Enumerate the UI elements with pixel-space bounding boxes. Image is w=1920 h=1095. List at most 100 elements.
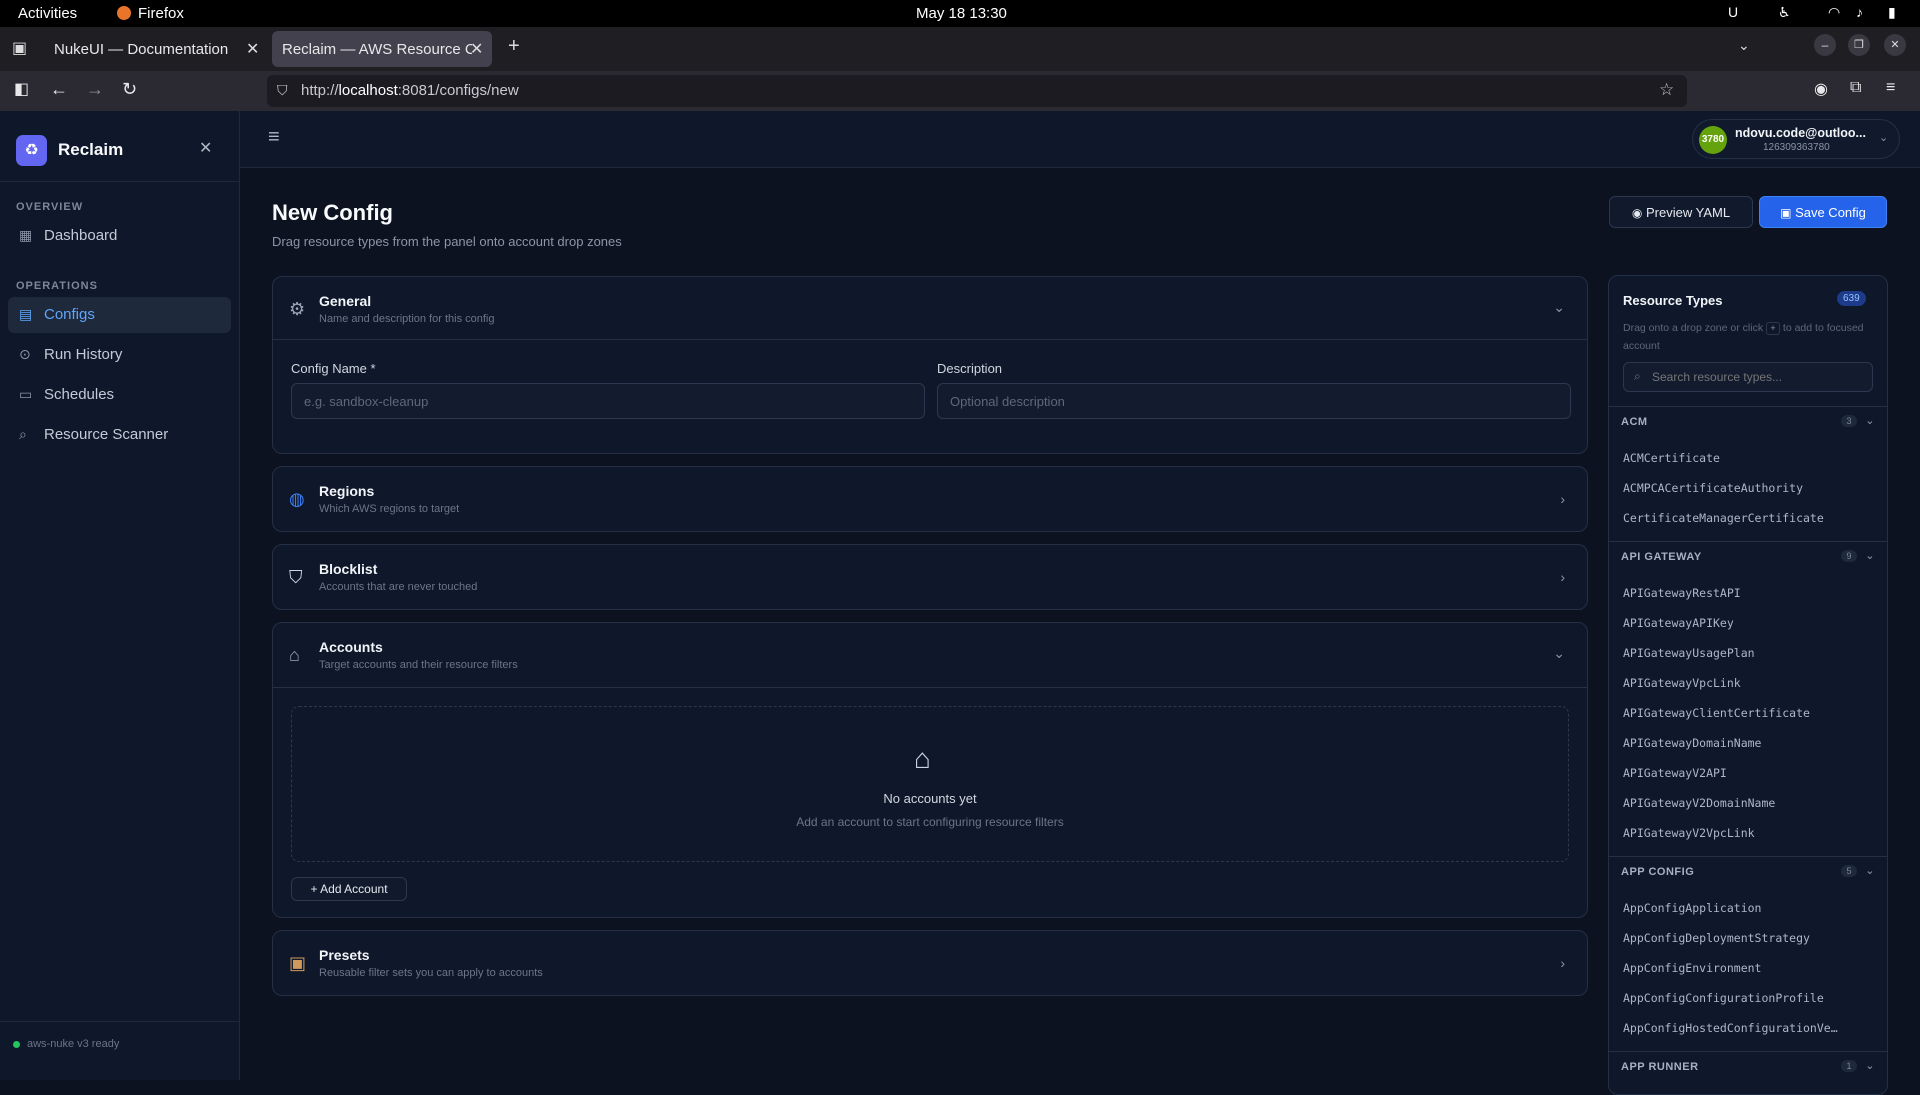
account-email: ndovu.code@outloo...: [1735, 126, 1866, 140]
sidebar-item-dashboard[interactable]: ▦ Dashboard: [8, 218, 231, 254]
group-name: APP CONFIG: [1621, 866, 1695, 878]
url-host: localhost: [338, 82, 398, 99]
general-section-header[interactable]: ⚙ General Name and description for this …: [273, 277, 1587, 340]
resource-search-box[interactable]: ⌕: [1623, 362, 1873, 392]
save-config-label: Save Config: [1795, 204, 1866, 220]
resource-item[interactable]: APIGatewayV2API: [1623, 766, 1873, 780]
menu-icon[interactable]: ≡: [1886, 79, 1895, 97]
resource-item[interactable]: APIGatewayRestAPI: [1623, 586, 1873, 600]
clock[interactable]: May 18 13:30: [916, 5, 1007, 22]
account-switcher[interactable]: 3780 ndovu.code@outloo... 126309363780 ⌄: [1692, 119, 1900, 159]
package-icon: ▣: [289, 953, 307, 973]
account-id: 126309363780: [1763, 142, 1830, 153]
back-icon[interactable]: ←: [50, 79, 68, 100]
accounts-section-header[interactable]: ⌂ Accounts Target accounts and their res…: [273, 623, 1587, 688]
site-security-icon[interactable]: ⛉: [277, 82, 288, 99]
browser-nav-bar: ◧ ← → ↻ ⛉ http://localhost:8081/configs/…: [0, 71, 1920, 111]
accounts-drop-zone[interactable]: ⌂ No accounts yet Add an account to star…: [291, 706, 1569, 862]
panel-hint: Drag onto a drop zone or click + to add …: [1623, 319, 1873, 355]
play-circle-icon: ⊙: [19, 346, 31, 362]
sidebar-item-configs[interactable]: ▤ Configs: [8, 297, 231, 333]
regions-section[interactable]: ◍ Regions Which AWS regions to target ›: [272, 466, 1588, 532]
section-subtitle: Name and description for this config: [319, 313, 495, 325]
resource-item[interactable]: AppConfigEnvironment: [1623, 961, 1873, 975]
resource-item[interactable]: APIGatewayAPIKey: [1623, 616, 1873, 630]
close-tab-icon[interactable]: ✕: [470, 39, 483, 59]
resource-item[interactable]: APIGatewayVpcLink: [1623, 676, 1873, 690]
tray-app-icon[interactable]: U: [1728, 4, 1738, 20]
tab-nukeui-docs[interactable]: NukeUI — Documentation ✕: [44, 31, 262, 67]
minimize-icon[interactable]: –: [1814, 34, 1836, 56]
hamburger-menu-icon[interactable]: ≡: [268, 126, 280, 149]
restore-icon[interactable]: ❐: [1848, 34, 1870, 56]
group-header-app-config[interactable]: APP CONFIG 5 ⌄: [1609, 856, 1887, 886]
sidebar-item-schedules[interactable]: ▭ Schedules: [8, 377, 231, 413]
add-account-label: Add Account: [320, 882, 388, 896]
resource-item[interactable]: AppConfigApplication: [1623, 901, 1873, 915]
resource-item[interactable]: APIGatewayClientCertificate: [1623, 706, 1873, 720]
section-title: Blocklist: [319, 561, 378, 577]
resource-item[interactable]: ACMCertificate: [1623, 451, 1873, 465]
group-header-acm[interactable]: ACM 3 ⌄: [1609, 406, 1887, 436]
reload-icon[interactable]: ↻: [122, 79, 137, 100]
resource-item[interactable]: CertificateManagerCertificate: [1623, 511, 1873, 525]
wifi-icon[interactable]: ◠: [1828, 4, 1840, 21]
account-icon[interactable]: ◉: [1814, 79, 1828, 99]
save-config-button[interactable]: ▣ Save Config: [1759, 196, 1887, 228]
forward-icon[interactable]: →: [86, 79, 104, 100]
tab-reclaim[interactable]: Reclaim — AWS Resource Cc ✕: [272, 31, 492, 67]
nav-section-operations: OPERATIONS: [16, 280, 98, 292]
list-tabs-icon[interactable]: ⌄: [1738, 37, 1750, 54]
new-tab-icon[interactable]: +: [508, 35, 520, 58]
close-tab-icon[interactable]: ✕: [246, 39, 259, 59]
resource-item[interactable]: AppConfigConfigurationProfile: [1623, 991, 1873, 1005]
resource-item[interactable]: AppConfigDeploymentStrategy: [1623, 931, 1873, 945]
section-subtitle: Which AWS regions to target: [319, 503, 460, 515]
accessibility-icon[interactable]: ♿: [1778, 4, 1791, 21]
sidebar-item-run-history[interactable]: ⊙ Run History: [8, 337, 231, 373]
resource-item[interactable]: AppConfigHostedConfigurationVe…: [1623, 1021, 1873, 1035]
empty-state-subtitle: Add an account to start configuring reso…: [796, 815, 1064, 829]
app-name[interactable]: Firefox: [138, 5, 184, 22]
chevron-down-icon: ⌄: [1879, 132, 1889, 144]
chevron-right-icon: ›: [1560, 569, 1565, 585]
hint-text: Drag onto a drop zone or click: [1623, 322, 1764, 334]
extensions-icon[interactable]: ⧉: [1850, 79, 1861, 97]
reclaim-logo-icon: ♻: [16, 135, 47, 166]
resource-item[interactable]: APIGatewayV2DomainName: [1623, 796, 1873, 810]
resource-item[interactable]: APIGatewayDomainName: [1623, 736, 1873, 750]
tab-overview-icon[interactable]: ▣: [12, 38, 27, 58]
volume-icon[interactable]: ♪: [1856, 4, 1863, 20]
sidebar-item-resource-scanner[interactable]: ⌕ Resource Scanner: [8, 417, 231, 453]
url-bar[interactable]: ⛉ http://localhost:8081/configs/new ☆: [267, 75, 1687, 107]
bank-icon: ⌂: [914, 743, 931, 774]
add-account-button[interactable]: + Add Account: [291, 877, 407, 901]
close-window-icon[interactable]: ✕: [1884, 34, 1906, 56]
sidebar-item-label: Configs: [44, 306, 95, 323]
sidebar-item-label: Run History: [44, 346, 123, 363]
close-sidebar-icon[interactable]: ✕: [199, 138, 212, 158]
description-input[interactable]: [937, 383, 1571, 419]
resource-item[interactable]: APIGatewayV2VpcLink: [1623, 826, 1873, 840]
group-count-badge: 5: [1841, 865, 1857, 877]
preview-yaml-button[interactable]: ◉ Preview YAML: [1609, 196, 1753, 228]
search-icon: ⌕: [1634, 369, 1641, 383]
section-title: Regions: [319, 483, 375, 499]
group-header-app-runner[interactable]: APP RUNNER 1 ⌄: [1609, 1051, 1887, 1081]
activities-button[interactable]: Activities: [18, 5, 77, 22]
resource-search-input[interactable]: [1652, 367, 1867, 387]
blocklist-section[interactable]: ⛉ Blocklist Accounts that are never touc…: [272, 544, 1588, 610]
presets-section[interactable]: ▣ Presets Reusable filter sets you can a…: [272, 930, 1588, 996]
battery-icon[interactable]: ▮: [1888, 4, 1896, 21]
resource-item[interactable]: APIGatewayUsagePlan: [1623, 646, 1873, 660]
brand-name: Reclaim: [58, 140, 124, 159]
save-icon: ▣: [1780, 205, 1792, 220]
group-name: APP RUNNER: [1621, 1061, 1699, 1073]
config-name-input[interactable]: [291, 383, 925, 419]
sidebar-toggle-icon[interactable]: ◧: [14, 79, 29, 99]
group-header-api-gateway[interactable]: API GATEWAY 9 ⌄: [1609, 541, 1887, 571]
bookmark-star-icon[interactable]: ☆: [1659, 80, 1674, 100]
section-subtitle: Reusable filter sets you can apply to ac…: [319, 967, 543, 979]
app-sidebar: ♻ Reclaim ✕ OVERVIEW ▦ Dashboard OPERATI…: [0, 111, 240, 1080]
resource-item[interactable]: ACMPCACertificateAuthority: [1623, 481, 1873, 495]
